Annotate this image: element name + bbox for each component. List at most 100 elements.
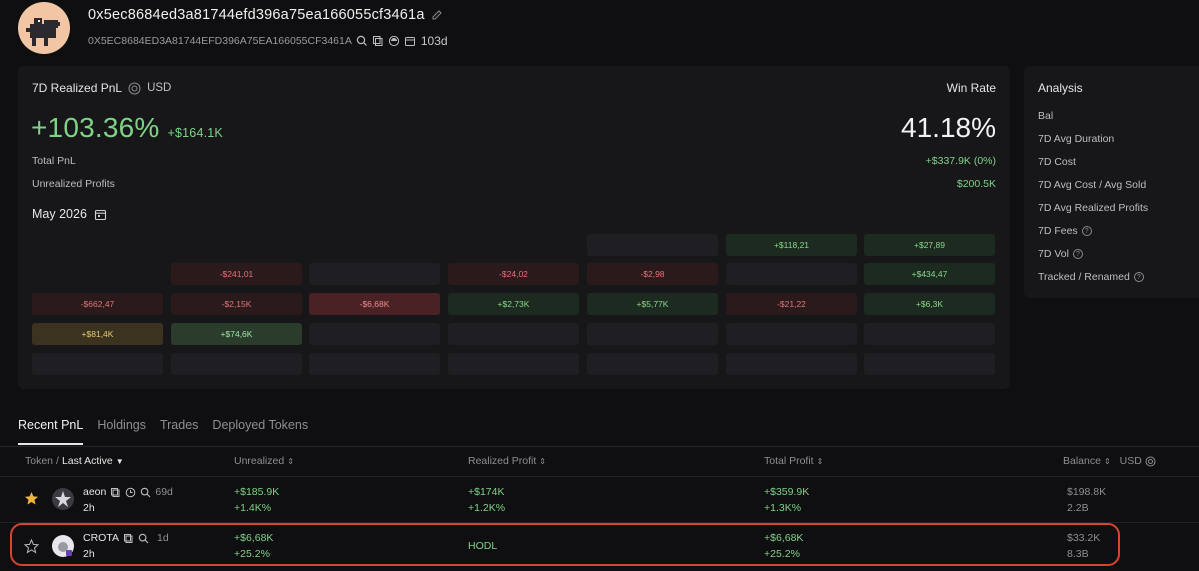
calendar-cell[interactable]: +$434,47: [864, 263, 995, 285]
calendar-cell[interactable]: -$241,01: [171, 263, 302, 285]
calendar-cell[interactable]: [587, 353, 718, 375]
calendar-cell-empty: [309, 234, 440, 256]
tab-holdings[interactable]: Holdings: [97, 418, 146, 445]
calendar-cell[interactable]: +$118,21: [726, 234, 857, 256]
tab-trades[interactable]: Trades: [160, 418, 198, 445]
calendar-cell[interactable]: -$2,15K: [171, 293, 302, 315]
calendar-cell[interactable]: [309, 323, 440, 345]
calendar-cell[interactable]: [726, 263, 857, 285]
calendar-cell[interactable]: [726, 353, 857, 375]
explorer-icon[interactable]: [388, 35, 400, 47]
total-percent: +1.3K%: [764, 502, 802, 514]
wallet-address-title: 0x5ec8684ed3a81744efd396a75ea166055cf346…: [88, 7, 443, 23]
tab-deployed-tokens[interactable]: Deployed Tokens: [212, 418, 308, 445]
sort-icon[interactable]: ⇕: [287, 457, 294, 466]
total-pnl-label: Total PnL: [32, 155, 76, 167]
column-header-total[interactable]: Total Profit ⇕: [764, 455, 823, 467]
analysis-item-avg-duration: 7D Avg Duration: [1038, 133, 1114, 145]
currency-toggle-icon[interactable]: [1145, 456, 1156, 467]
sort-icon[interactable]: ⇕: [539, 457, 546, 466]
help-icon[interactable]: ?: [1133, 272, 1144, 282]
search-icon[interactable]: [356, 35, 368, 47]
analysis-item-avg-cost: 7D Avg Cost / Avg Sold: [1038, 179, 1146, 191]
header-total-label: Total Profit: [764, 455, 814, 467]
column-header-balance[interactable]: Balance ⇕ USD: [1063, 455, 1156, 467]
edit-icon[interactable]: [431, 9, 443, 21]
pnl-percent: +103.36%: [31, 112, 160, 143]
realized-value: +$174K: [468, 486, 505, 498]
calendar-cell[interactable]: [448, 353, 579, 375]
calendar-cell[interactable]: [726, 323, 857, 345]
help-icon[interactable]: ?: [1072, 249, 1083, 259]
analysis-item-avg-realized: 7D Avg Realized Profits: [1038, 202, 1148, 214]
wallet-address-upper: 0X5EC8684ED3A81744EFD396A75EA166055CF346…: [88, 35, 352, 47]
currency-label[interactable]: USD: [147, 82, 171, 94]
row-highlight-annotation: [10, 523, 1120, 566]
calendar-cell[interactable]: +$2,73K: [448, 293, 579, 315]
analysis-item-label: 7D Avg Cost / Avg Sold: [1038, 179, 1147, 191]
calendar-cell[interactable]: -$662,47: [32, 293, 163, 315]
header-separator: /: [56, 455, 59, 467]
calendar-cell-empty: [32, 234, 163, 256]
calendar-cell[interactable]: +$27,89: [864, 234, 995, 256]
total-value: +$359.9K: [764, 486, 810, 498]
analysis-item-label: Tracked / Renamed: [1038, 271, 1130, 283]
calendar-cell[interactable]: +$6,3K: [864, 293, 995, 315]
calendar-cell[interactable]: -$24,02: [448, 263, 579, 285]
calendar-cell[interactable]: [171, 353, 302, 375]
analysis-panel: Analysis Bal 7D Avg Duration 7D Cost 7D …: [1024, 66, 1199, 298]
realized-percent: +1.2K%: [468, 502, 506, 514]
unrealized-value: +$185.9K: [234, 486, 280, 498]
column-header-realized[interactable]: Realized Profit ⇕: [468, 455, 546, 467]
header-last-active-label[interactable]: Last Active: [62, 455, 113, 467]
copy-icon[interactable]: [372, 35, 384, 47]
calendar-cell[interactable]: -$21,22: [726, 293, 857, 315]
calendar-icon[interactable]: [94, 208, 107, 221]
sort-desc-icon[interactable]: ▼: [116, 457, 124, 466]
sort-icon[interactable]: ⇕: [1104, 457, 1111, 466]
calendar-cell[interactable]: +$5,77K: [587, 293, 718, 315]
analysis-item-tracked: Tracked / Renamed?: [1038, 271, 1144, 283]
currency-toggle-icon[interactable]: [128, 82, 141, 95]
winrate-value: 41.18%: [901, 112, 996, 143]
calendar-cell[interactable]: [32, 353, 163, 375]
analysis-item-label: 7D Avg Duration: [1038, 133, 1115, 145]
calendar-cell[interactable]: -$2,98: [587, 263, 718, 285]
balance-amount: 2.2B: [1067, 502, 1089, 514]
analysis-item-vol: 7D Vol?: [1038, 248, 1083, 260]
header-token-label: Token: [25, 455, 54, 467]
token-name[interactable]: aeon: [83, 486, 106, 498]
column-header-unrealized[interactable]: Unrealized ⇕: [234, 455, 294, 467]
tab-recent-pnl[interactable]: Recent PnL: [18, 418, 84, 445]
calendar-cell[interactable]: [309, 263, 440, 285]
sort-icon[interactable]: ⇕: [817, 457, 824, 466]
month-selector[interactable]: May 2026: [32, 207, 107, 221]
calendar-cell[interactable]: [309, 353, 440, 375]
calendar-cell[interactable]: [587, 323, 718, 345]
calendar-cell[interactable]: [864, 353, 995, 375]
help-icon[interactable]: ?: [1081, 226, 1092, 236]
calendar-cell-empty: [448, 234, 579, 256]
search-icon[interactable]: [140, 487, 151, 498]
clock-icon[interactable]: [125, 487, 136, 498]
calendar-cell[interactable]: +$81,4K: [32, 323, 163, 345]
calendar-cell[interactable]: [587, 234, 718, 256]
pnl-label-row: 7D Realized PnL USD: [32, 81, 171, 95]
calendar-cell[interactable]: [864, 323, 995, 345]
star-filled-icon[interactable]: [24, 491, 39, 506]
calendar-age-icon: [404, 35, 416, 47]
token-name-cell: aeon 69d: [83, 486, 173, 498]
calendar-cell[interactable]: +$74,6K: [171, 323, 302, 345]
month-label: May 2026: [32, 207, 87, 221]
analysis-item-fees: 7D Fees?: [1038, 225, 1092, 237]
header-usd-label[interactable]: USD: [1120, 455, 1142, 467]
column-header-token[interactable]: Token / Last Active ▼: [25, 455, 124, 467]
unrealized-percent: +1.4K%: [234, 502, 272, 514]
calendar-cell[interactable]: -$6,68K: [309, 293, 440, 315]
token-age: 69d: [155, 486, 173, 498]
wallet-address-sub: 0X5EC8684ED3A81744EFD396A75EA166055CF346…: [88, 34, 448, 48]
winrate-label: Win Rate: [946, 81, 996, 95]
calendar-cell[interactable]: [448, 323, 579, 345]
unrealized-label: Unrealized Profits: [32, 178, 115, 190]
copy-icon[interactable]: [110, 487, 121, 498]
